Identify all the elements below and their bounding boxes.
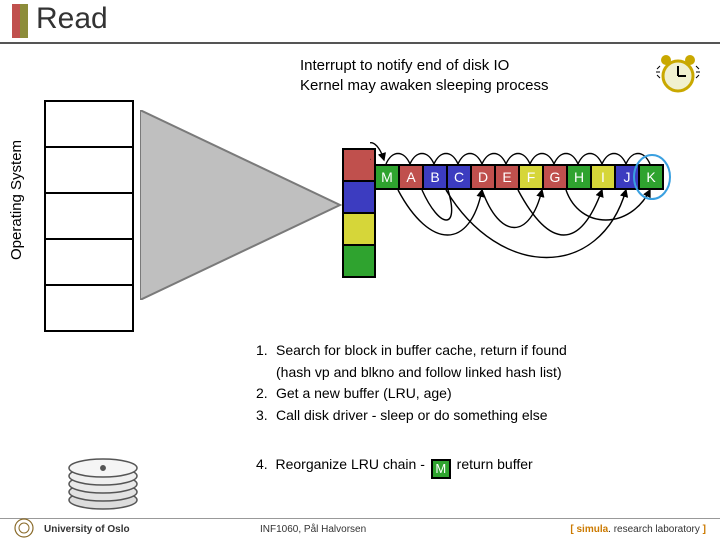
lru-color-column	[342, 148, 376, 278]
footer-lab: [ simula. research laboratory ]	[570, 524, 706, 535]
footer: University of Oslo INF1060, Pål Halvorse…	[0, 518, 720, 540]
step-1: 1.Search for block in buffer cache, retu…	[256, 340, 567, 362]
disk-stack-icon	[58, 448, 148, 512]
title-accent-olive	[20, 4, 28, 38]
university-seal-icon	[14, 518, 34, 538]
step-1-detail: (hash vp and blkno and follow linked has…	[256, 362, 567, 384]
buffer-cell	[44, 146, 134, 194]
m-chip: M	[431, 459, 451, 479]
chain-cell: C	[446, 164, 472, 190]
chain-cell: F	[518, 164, 544, 190]
lru-cell	[342, 180, 376, 214]
chain-cell: B	[422, 164, 448, 190]
buffer-stack	[44, 100, 134, 332]
slide-title: Read	[36, 2, 108, 36]
step-2: 2.Get a new buffer (LRU, age)	[256, 383, 567, 405]
buffer-cell	[44, 192, 134, 240]
chain-cell: J	[614, 164, 640, 190]
buffer-cell	[44, 284, 134, 332]
footer-course: INF1060, Pål Halvorsen	[260, 524, 366, 535]
chain-cell: A	[398, 164, 424, 190]
slide: Read Interrupt to notify end of disk IO …	[0, 0, 720, 540]
interrupt-text: Interrupt to notify end of disk IO Kerne…	[300, 56, 548, 95]
interrupt-line-2: Kernel may awaken sleeping process	[300, 76, 548, 96]
step-4: 4. Reorganize LRU chain - M return buffe…	[256, 456, 533, 479]
title-bar: Read	[0, 0, 720, 42]
chain-cell: G	[542, 164, 568, 190]
lru-cell	[342, 212, 376, 246]
title-rule	[0, 42, 720, 44]
hash-chain-row: MABCDEFGHIJK	[374, 164, 664, 190]
chain-cell: D	[470, 164, 496, 190]
chain-arcs	[370, 120, 700, 300]
chain-cell: M	[374, 164, 400, 190]
step-3: 3.Call disk driver - sleep or do somethi…	[256, 405, 567, 427]
chain-cell: K	[638, 164, 664, 190]
steps-list: 1.Search for block in buffer cache, retu…	[256, 340, 567, 427]
lru-cell	[342, 148, 376, 182]
projection-triangle	[140, 110, 360, 300]
buffer-cell	[44, 238, 134, 286]
interrupt-line-1: Interrupt to notify end of disk IO	[300, 56, 548, 76]
buffer-cell	[44, 100, 134, 148]
lru-cell	[342, 244, 376, 278]
chain-cell: H	[566, 164, 592, 190]
os-vertical-label: Operating System	[8, 140, 25, 260]
footer-university: University of Oslo	[44, 524, 130, 535]
alarm-clock-icon	[656, 52, 700, 96]
chain-cell: I	[590, 164, 616, 190]
chain-cell: E	[494, 164, 520, 190]
